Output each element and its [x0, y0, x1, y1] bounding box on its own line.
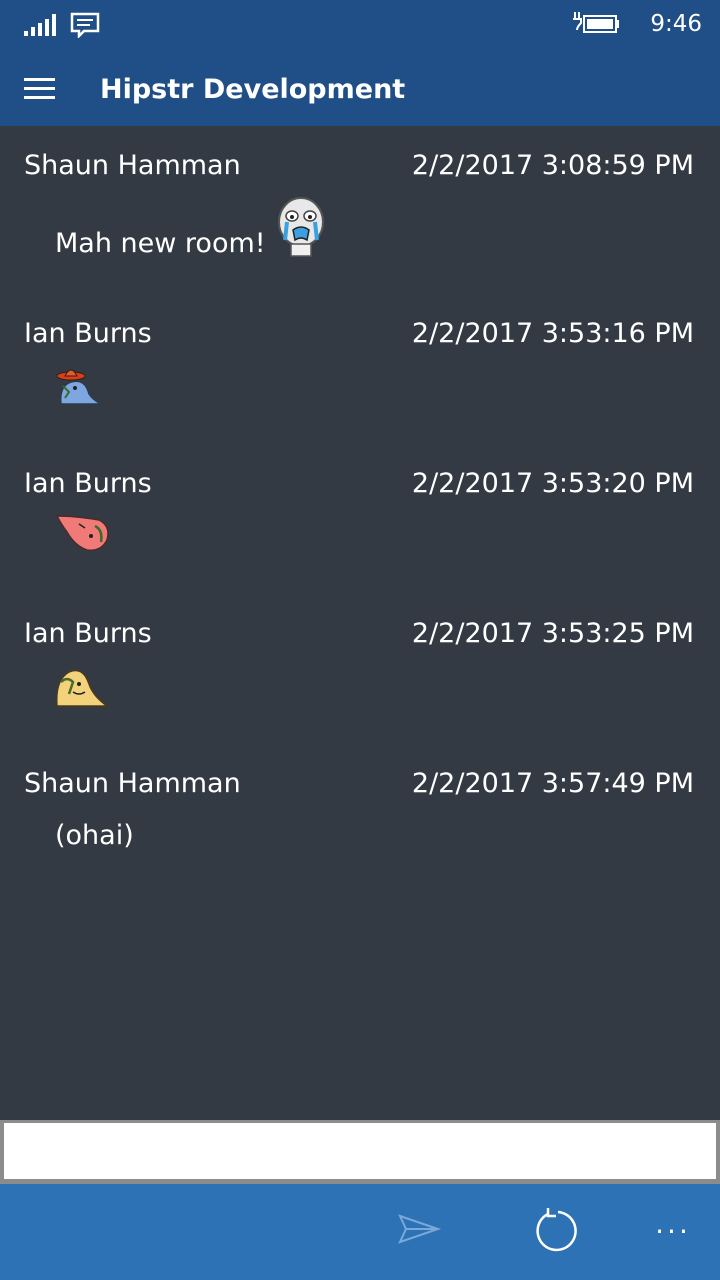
- message-text: Mah new room!: [55, 228, 266, 259]
- app-header: Hipstr Development: [0, 52, 720, 126]
- message-timestamp: 2/2/2017 3:53:20 PM: [411, 468, 694, 499]
- message-input[interactable]: [4, 1123, 716, 1179]
- message-list[interactable]: Shaun Hamman 2/2/2017 3:08:59 PM Mah new…: [0, 126, 720, 1120]
- command-bar: ...: [0, 1184, 720, 1280]
- message-sender: Ian Burns: [24, 468, 152, 499]
- message-sender: Shaun Hamman: [24, 768, 241, 799]
- message-sender: Ian Burns: [24, 318, 152, 349]
- message-timestamp: 2/2/2017 3:53:16 PM: [411, 318, 694, 349]
- message-item: Ian Burns 2/2/2017 3:53:16 PM: [0, 294, 720, 444]
- message-icon: [70, 12, 100, 38]
- message-sender: Ian Burns: [24, 618, 152, 649]
- composer: [0, 1120, 720, 1184]
- crying-face-emoticon: [278, 197, 324, 257]
- yellow-blob-emoticon: [56, 669, 109, 707]
- message-item: Shaun Hamman 2/2/2017 3:08:59 PM Mah new…: [0, 126, 720, 276]
- page-title: Hipstr Development: [100, 74, 406, 105]
- battery-charging-icon: [573, 12, 619, 33]
- sombrero-emoticon: [56, 369, 102, 405]
- message-item: Ian Burns 2/2/2017 3:53:20 PM: [0, 444, 720, 594]
- message-timestamp: 2/2/2017 3:08:59 PM: [411, 150, 694, 181]
- message-timestamp: 2/2/2017 3:57:49 PM: [411, 768, 694, 799]
- message-item: Ian Burns 2/2/2017 3:53:25 PM: [0, 594, 720, 744]
- red-blob-emoticon: [55, 515, 109, 552]
- clock: 9:46: [650, 11, 702, 37]
- message-timestamp: 2/2/2017 3:53:25 PM: [411, 618, 694, 649]
- send-icon[interactable]: [396, 1206, 442, 1252]
- message-text: (ohai): [55, 820, 134, 851]
- message-sender: Shaun Hamman: [24, 150, 241, 181]
- hamburger-icon[interactable]: [24, 76, 56, 102]
- status-bar: 9:46: [0, 0, 720, 52]
- refresh-icon[interactable]: [531, 1206, 581, 1256]
- more-button[interactable]: ...: [648, 1204, 698, 1244]
- message-item: Shaun Hamman 2/2/2017 3:57:49 PM (ohai): [0, 744, 720, 894]
- signal-icon: [24, 14, 56, 36]
